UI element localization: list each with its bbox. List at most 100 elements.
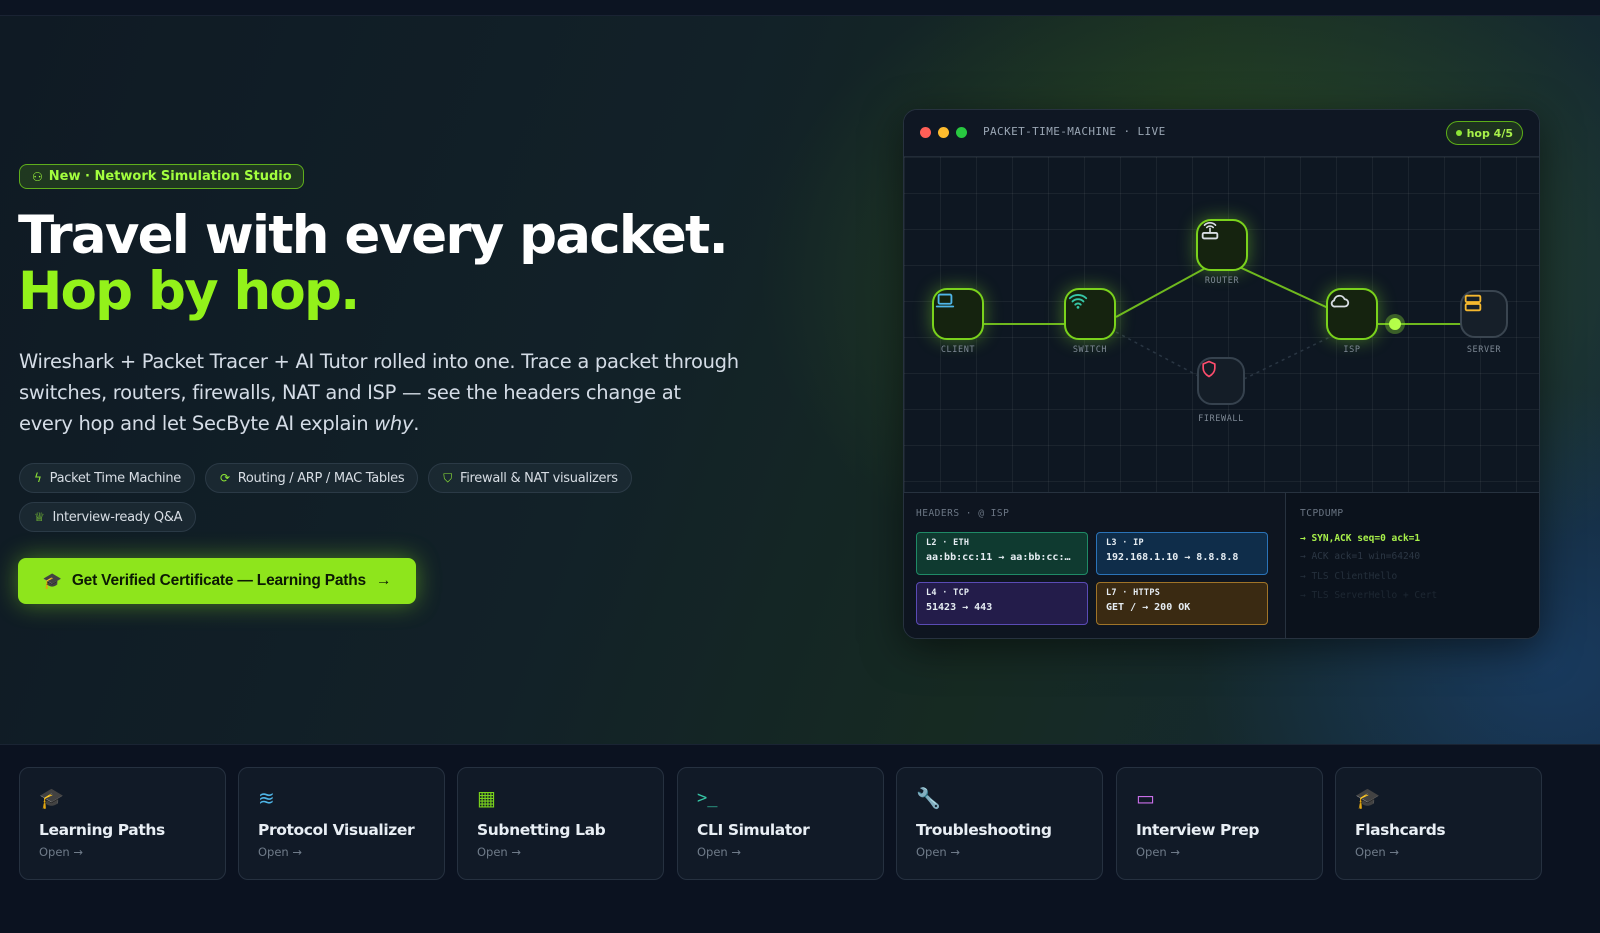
node-server[interactable] bbox=[1460, 290, 1508, 338]
minimize-dot-icon[interactable] bbox=[938, 127, 949, 138]
chip-packet-time-machine[interactable]: ϟ Packet Time Machine bbox=[19, 463, 195, 493]
tool-open-link[interactable]: Open → bbox=[1355, 845, 1399, 859]
tcpdump-panel: TCPDUMP → SYN,ACK seq=0 ack=1 → ACK ack=… bbox=[1285, 493, 1539, 638]
packet-dot-icon bbox=[1389, 318, 1401, 330]
tool-card-flashcards[interactable]: 🎓 Flashcards Open → bbox=[1335, 767, 1542, 880]
headers-title: HEADERS · @ ISP bbox=[916, 508, 1010, 519]
packet-simulator-window: PACKET-TIME-MACHINE · LIVE hop 4/5 CLIEN… bbox=[903, 109, 1540, 639]
hop-counter-badge: hop 4/5 bbox=[1445, 121, 1523, 145]
topology-canvas: CLIENT SWITCH ROUTER ISP SERVER FIREWALL bbox=[904, 157, 1539, 492]
tool-title: Subnetting Lab bbox=[477, 821, 606, 839]
shield-icon bbox=[1202, 360, 1216, 378]
arrow-right-icon: → bbox=[375, 572, 392, 589]
tcpdump-title: TCPDUMP bbox=[1300, 508, 1344, 519]
tool-title: Troubleshooting bbox=[916, 821, 1052, 839]
tool-title: Learning Paths bbox=[39, 821, 165, 839]
tool-open-link[interactable]: Open → bbox=[39, 845, 83, 859]
tcpdump-line: → TLS ClientHello bbox=[1300, 571, 1398, 582]
tool-card-protocol-visualizer[interactable]: ≋ Protocol Visualizer Open → bbox=[238, 767, 445, 880]
tool-card-cli-simulator[interactable]: >_ CLI Simulator Open → bbox=[677, 767, 884, 880]
hop-label: hop 4/5 bbox=[1466, 126, 1513, 140]
chat-icon: ▭ bbox=[1136, 786, 1155, 810]
tool-card-subnetting-lab[interactable]: ▦ Subnetting Lab Open → bbox=[457, 767, 664, 880]
header-key: L3 · IP bbox=[1106, 538, 1144, 548]
node-label-server: SERVER bbox=[1466, 345, 1502, 355]
shield-icon: ⛉ bbox=[443, 470, 452, 485]
feature-chips: ϟ Packet Time Machine ⟳ Routing / ARP / … bbox=[19, 463, 659, 532]
tool-open-link[interactable]: Open → bbox=[258, 845, 302, 859]
top-bar bbox=[0, 0, 1600, 16]
badge-label: New · Network Simulation Studio bbox=[48, 169, 292, 184]
network-icon: ⚇ bbox=[32, 169, 43, 184]
tcpdump-line: → SYN,ACK seq=0 ack=1 bbox=[1300, 533, 1421, 544]
chip-label: Firewall & NAT visualizers bbox=[460, 470, 618, 486]
headline-line-2: Hop by hop. bbox=[18, 261, 360, 322]
node-label-isp: ISP bbox=[1343, 345, 1361, 355]
description-end: . bbox=[413, 412, 420, 435]
layers-icon: ≋ bbox=[258, 786, 275, 810]
new-feature-badge[interactable]: ⚇ New · Network Simulation Studio bbox=[19, 164, 304, 189]
header-l2-eth[interactable]: L2 · ETH aa:bb:cc:11 → aa:bb:cc:… bbox=[916, 532, 1088, 575]
node-router[interactable] bbox=[1196, 219, 1248, 271]
node-label-client: CLIENT bbox=[940, 345, 976, 355]
graduation-cap-icon: 🎓 bbox=[42, 572, 62, 590]
close-dot-icon[interactable] bbox=[920, 127, 931, 138]
graduation-cap-icon: 🎓 bbox=[1355, 786, 1380, 810]
header-l3-ip[interactable]: L3 · IP 192.168.1.10 → 8.8.8.8 bbox=[1096, 532, 1268, 575]
packet-details-panel: HEADERS · @ ISP L2 · ETH aa:bb:cc:11 → a… bbox=[904, 492, 1539, 638]
tools-section: 🎓 Learning Paths Open → ≋ Protocol Visua… bbox=[0, 744, 1600, 933]
calculator-icon: ▦ bbox=[477, 786, 496, 810]
link-firewall-isp bbox=[1243, 334, 1335, 380]
chip-interview-qa[interactable]: ♕ Interview-ready Q&A bbox=[19, 502, 197, 532]
node-label-switch: SWITCH bbox=[1072, 345, 1108, 355]
server-icon bbox=[1464, 294, 1482, 312]
header-value: 192.168.1.10 → 8.8.8.8 bbox=[1106, 552, 1239, 563]
tool-card-interview-prep[interactable]: ▭ Interview Prep Open → bbox=[1116, 767, 1323, 880]
node-label-firewall: FIREWALL bbox=[1198, 414, 1244, 424]
wifi-icon bbox=[1068, 294, 1088, 309]
tool-card-troubleshooting[interactable]: 🔧 Troubleshooting Open → bbox=[896, 767, 1103, 880]
header-value: GET / → 200 OK bbox=[1106, 602, 1191, 613]
header-value: aa:bb:cc:11 → aa:bb:cc:… bbox=[926, 552, 1071, 563]
tool-title: Protocol Visualizer bbox=[258, 821, 415, 839]
hero-section: ⚇ New · Network Simulation Studio Travel… bbox=[0, 16, 1600, 744]
header-l4-tcp[interactable]: L4 · TCP 51423 → 443 bbox=[916, 582, 1088, 625]
chip-label: Interview-ready Q&A bbox=[52, 509, 183, 525]
tool-open-link[interactable]: Open → bbox=[477, 845, 521, 859]
topology-links bbox=[958, 258, 1482, 380]
tool-title: Flashcards bbox=[1355, 821, 1446, 839]
laptop-icon bbox=[935, 293, 955, 308]
chip-label: Packet Time Machine bbox=[49, 470, 182, 486]
description-emphasis: why bbox=[374, 412, 414, 435]
header-l7-https[interactable]: L7 · HTTPS GET / → 200 OK bbox=[1096, 582, 1268, 625]
tool-open-link[interactable]: Open → bbox=[697, 845, 741, 859]
header-key: L7 · HTTPS bbox=[1106, 588, 1161, 598]
header-key: L4 · TCP bbox=[926, 588, 970, 598]
terminal-icon: >_ bbox=[697, 788, 718, 808]
chip-routing-tables[interactable]: ⟳ Routing / ARP / MAC Tables bbox=[204, 463, 419, 493]
maximize-dot-icon[interactable] bbox=[956, 127, 967, 138]
get-certificate-button[interactable]: 🎓 Get Verified Certificate — Learning Pa… bbox=[18, 558, 416, 604]
tool-title: Interview Prep bbox=[1136, 821, 1260, 839]
tcpdump-line: → TLS ServerHello + Cert bbox=[1300, 590, 1438, 601]
graduation-cap-icon: 🎓 bbox=[39, 786, 64, 810]
trophy-icon: ♕ bbox=[34, 510, 45, 524]
wrench-icon: 🔧 bbox=[916, 786, 941, 810]
tool-title: CLI Simulator bbox=[697, 821, 810, 839]
tool-open-link[interactable]: Open → bbox=[916, 845, 960, 859]
hero-description: Wireshark + Packet Tracer + AI Tutor rol… bbox=[19, 346, 739, 439]
node-switch[interactable] bbox=[1064, 288, 1116, 340]
tool-card-learning-paths[interactable]: 🎓 Learning Paths Open → bbox=[19, 767, 226, 880]
node-isp[interactable] bbox=[1326, 288, 1378, 340]
node-client[interactable] bbox=[932, 288, 984, 340]
header-key: L2 · ETH bbox=[926, 538, 970, 548]
simulator-title: PACKET-TIME-MACHINE · LIVE bbox=[983, 125, 1166, 138]
tcpdump-line: → ACK ack=1 win=64240 bbox=[1300, 551, 1421, 562]
tool-open-link[interactable]: Open → bbox=[1136, 845, 1180, 859]
chip-firewall-nat[interactable]: ⛉ Firewall & NAT visualizers bbox=[428, 463, 632, 493]
header-value: 51423 → 443 bbox=[926, 602, 993, 613]
link-switch-firewall bbox=[1115, 331, 1205, 380]
lightning-icon: ϟ bbox=[34, 471, 42, 485]
router-icon bbox=[1201, 222, 1219, 240]
node-firewall[interactable] bbox=[1197, 357, 1245, 405]
